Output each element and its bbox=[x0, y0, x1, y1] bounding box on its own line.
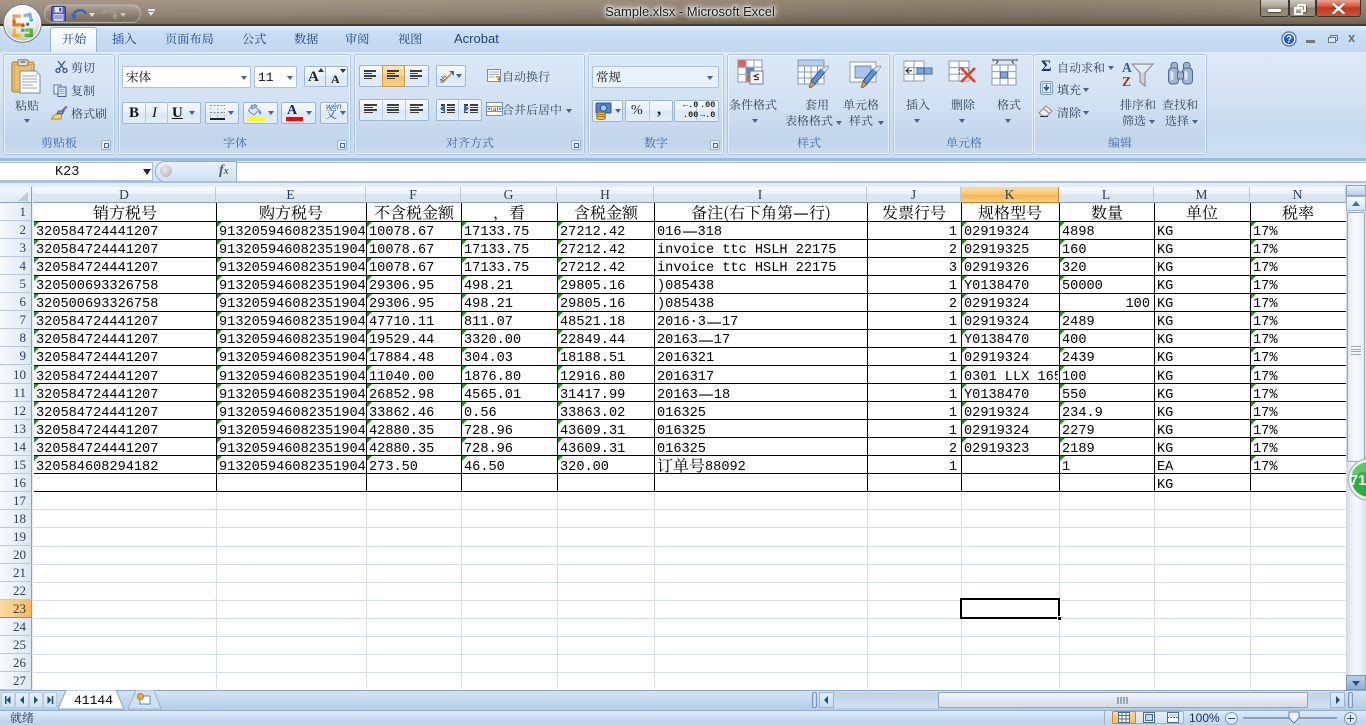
svg-text:71: 71 bbox=[1350, 473, 1366, 489]
svg-text:?: ? bbox=[1286, 35, 1292, 46]
